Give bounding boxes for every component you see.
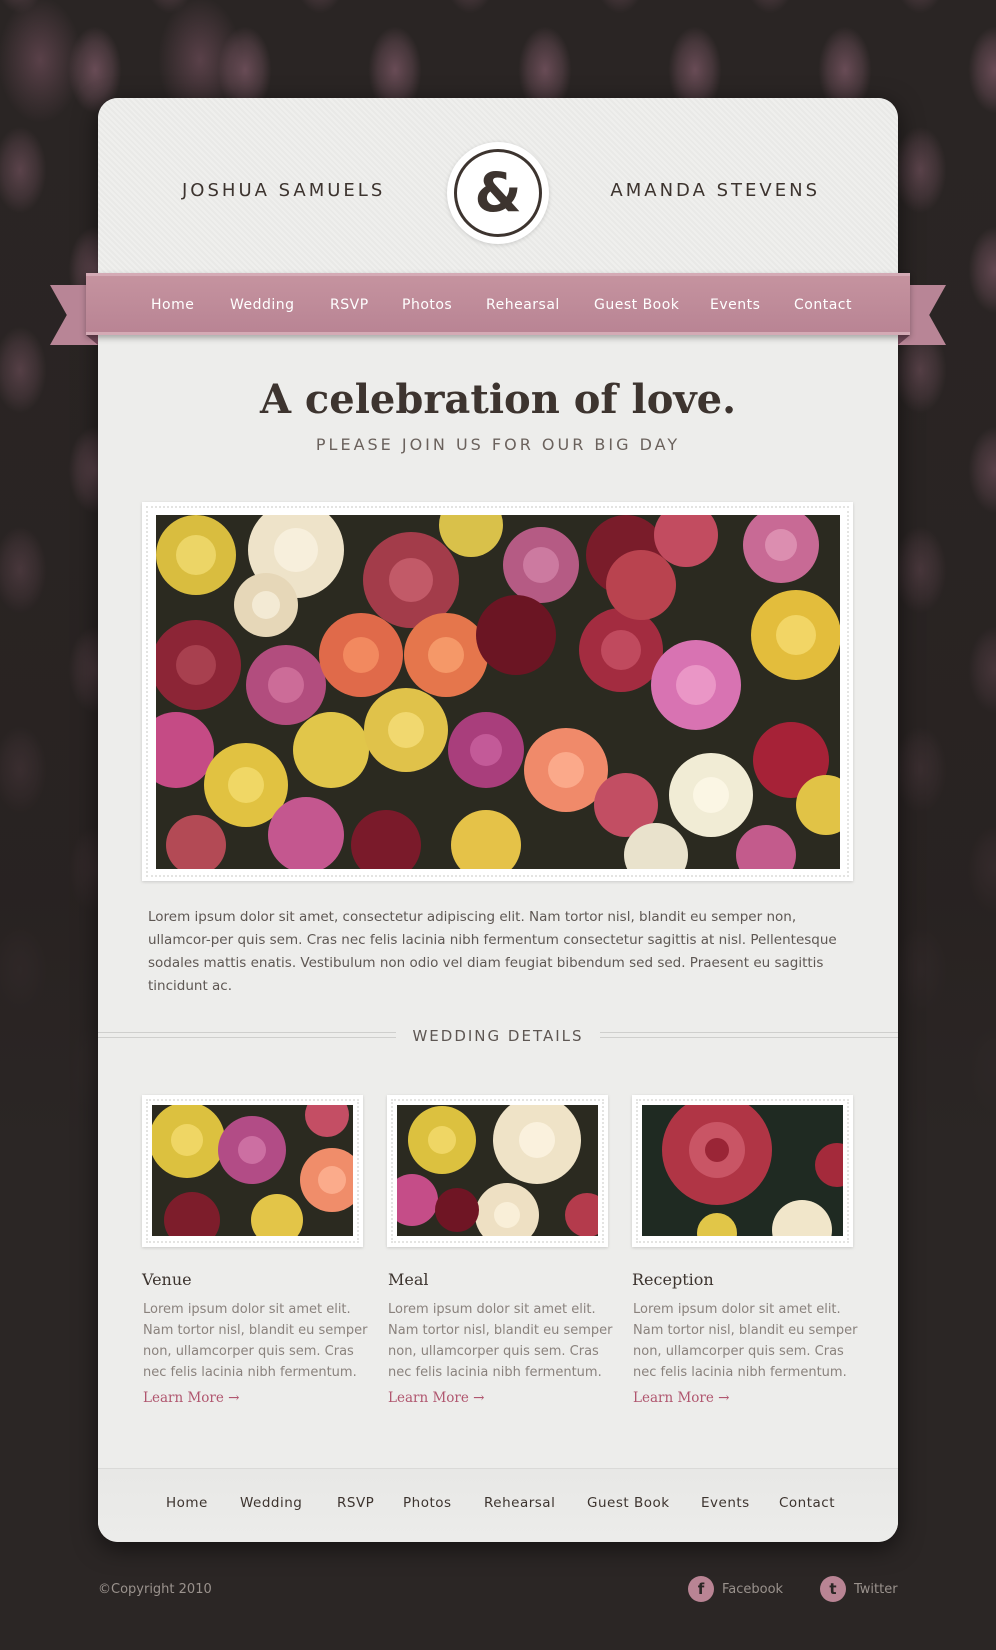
copyright-text: ©Copyright 2010	[98, 1582, 212, 1597]
meal-title: Meal	[388, 1270, 429, 1289]
hero-image-frame	[142, 502, 853, 881]
footer-nav: Home Wedding RSVP Photos Rehearsal Guest…	[98, 1468, 898, 1542]
nav-home[interactable]: Home	[151, 297, 194, 313]
reception-text: Lorem ipsum dolor sit amet elit. Nam tor…	[633, 1302, 858, 1380]
intro-paragraph: Lorem ipsum dolor sit amet, consectetur …	[148, 909, 837, 994]
reception-learn-more-link[interactable]: Learn More →	[633, 1390, 729, 1406]
nav-events[interactable]: Events	[710, 297, 760, 313]
facebook-link[interactable]: f Facebook	[688, 1576, 783, 1602]
footer-nav-wedding[interactable]: Wedding	[240, 1495, 302, 1511]
venue-learn-more-link[interactable]: Learn More →	[143, 1390, 239, 1406]
footer-nav-rehearsal[interactable]: Rehearsal	[484, 1495, 555, 1511]
wedding-details-title: WEDDING DETAILS	[412, 1027, 584, 1045]
footer-nav-events[interactable]: Events	[701, 1495, 750, 1511]
nav-wedding[interactable]: Wedding	[230, 297, 295, 313]
twitter-link[interactable]: t Twitter	[820, 1576, 898, 1602]
divider-right	[600, 1032, 898, 1038]
venue-image-frame	[142, 1095, 363, 1247]
facebook-icon: f	[688, 1576, 714, 1602]
footer-nav-rsvp[interactable]: RSVP	[337, 1495, 374, 1511]
meal-image-frame	[387, 1095, 608, 1247]
footer-nav-guest-book[interactable]: Guest Book	[587, 1495, 670, 1511]
reception-title: Reception	[632, 1270, 714, 1289]
reception-image[interactable]	[642, 1105, 843, 1236]
roses-hero-image	[156, 515, 840, 869]
nav-contact[interactable]: Contact	[794, 297, 852, 313]
reception-image-frame	[632, 1095, 853, 1247]
main-nav: Home Wedding RSVP Photos Rehearsal Guest…	[86, 273, 910, 335]
groom-name: JOSHUA SAMUELS	[182, 180, 386, 201]
ampersand-logo: &	[447, 142, 549, 244]
footer-nav-contact[interactable]: Contact	[779, 1495, 835, 1511]
card-header: JOSHUA SAMUELS & AMANDA STEVENS	[98, 98, 898, 273]
footer-nav-home[interactable]: Home	[166, 1495, 208, 1511]
ampersand-glyph: &	[454, 149, 542, 237]
bride-name: AMANDA STEVENS	[610, 180, 820, 201]
venue-title: Venue	[142, 1270, 192, 1289]
meal-learn-more-link[interactable]: Learn More →	[388, 1390, 484, 1406]
footer-nav-photos[interactable]: Photos	[403, 1495, 452, 1511]
facebook-label: Facebook	[722, 1581, 784, 1597]
nav-guest-book[interactable]: Guest Book	[594, 297, 679, 313]
meal-image[interactable]	[397, 1105, 598, 1236]
page-subtitle: PLEASE JOIN US FOR OUR BIG DAY	[315, 435, 681, 454]
nav-rsvp[interactable]: RSVP	[330, 297, 369, 313]
twitter-label: Twitter	[854, 1581, 898, 1597]
nav-photos[interactable]: Photos	[402, 297, 452, 313]
divider-left	[98, 1032, 396, 1038]
nav-rehearsal[interactable]: Rehearsal	[486, 297, 560, 313]
meal-text: Lorem ipsum dolor sit amet elit. Nam tor…	[388, 1302, 613, 1380]
twitter-icon: t	[820, 1576, 846, 1602]
venue-text: Lorem ipsum dolor sit amet elit. Nam tor…	[143, 1302, 368, 1380]
venue-image[interactable]	[152, 1105, 353, 1236]
page-title: A celebration of love.	[259, 376, 737, 423]
